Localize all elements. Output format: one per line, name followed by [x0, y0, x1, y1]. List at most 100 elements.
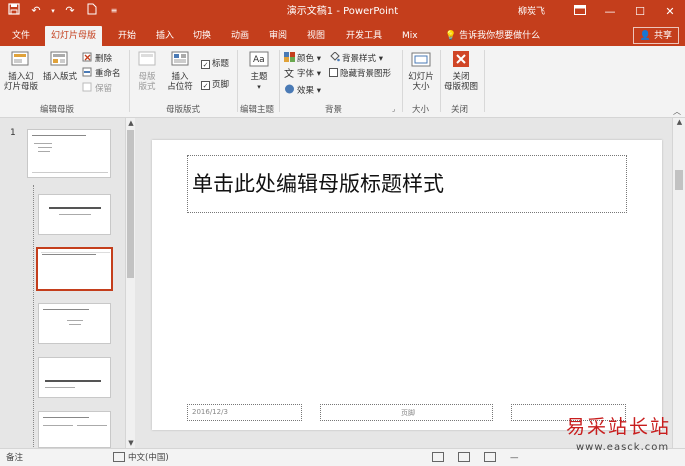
- scrollbar-thumb[interactable]: [127, 130, 134, 278]
- edit-theme-group-label: 编辑主题: [240, 105, 275, 115]
- thumb-title-line: [43, 417, 89, 418]
- scrollbar-thumb[interactable]: [675, 170, 683, 190]
- language-label: 中文(中国): [128, 453, 169, 463]
- insert-layout-button[interactable]: 插入版式: [41, 50, 79, 82]
- collapse-ribbon-icon[interactable]: ︿: [673, 106, 681, 117]
- footer-checkbox[interactable]: ✓ 页脚: [201, 79, 229, 91]
- rename-button[interactable]: 重命名: [82, 67, 121, 80]
- minimize-icon[interactable]: —: [595, 0, 625, 24]
- checkbox-checked-icon: ✓: [201, 81, 210, 90]
- thumb-text-line: [43, 425, 73, 426]
- effects-button[interactable]: 效果 ▾: [284, 84, 321, 97]
- hide-background-label: 隐藏背景图形: [340, 69, 392, 79]
- theme-button[interactable]: Aa 主题 ▾: [243, 50, 275, 92]
- person-icon: 👤: [639, 31, 652, 41]
- language-indicator[interactable]: 中文(中国): [113, 449, 169, 466]
- tab-transitions[interactable]: 切换: [187, 26, 217, 46]
- tab-review[interactable]: 审阅: [263, 26, 293, 46]
- colors-button[interactable]: 颜色 ▾: [284, 52, 321, 65]
- insert-slide-master-button[interactable]: 插入幻 灯片母版: [3, 50, 39, 92]
- tab-animations[interactable]: 动画: [225, 26, 255, 46]
- master-layout-label: 母版 版式: [138, 72, 156, 92]
- close-master-view-button[interactable]: 关闭 母版视图: [442, 50, 480, 92]
- tab-view[interactable]: 视图: [301, 26, 331, 46]
- fonts-icon: 文: [284, 69, 294, 80]
- user-name[interactable]: 柳炭飞: [518, 0, 545, 24]
- layout-thumbnail-selected[interactable]: [36, 247, 113, 291]
- thumb-text-line: [34, 143, 52, 144]
- maximize-icon[interactable]: ☐: [625, 0, 655, 24]
- footer-checkbox-label: 页脚: [212, 80, 230, 90]
- notes-button[interactable]: 备注: [6, 449, 23, 466]
- date-text: 2016/12/3: [192, 408, 228, 416]
- group-separator: [129, 50, 130, 112]
- close-master-icon: [453, 51, 469, 67]
- scroll-down-icon[interactable]: ▼: [126, 438, 136, 448]
- tab-home[interactable]: 开始: [112, 26, 142, 46]
- layout-thumbnail[interactable]: [38, 194, 111, 235]
- window-controls: — ☐ ✕: [565, 0, 685, 24]
- slide-sorter-icon[interactable]: [458, 449, 473, 466]
- group-separator: [237, 50, 238, 112]
- share-label: 共享: [653, 31, 672, 41]
- thumb-text-line: [38, 151, 50, 152]
- colors-icon: [284, 52, 295, 62]
- tell-me-text: 告诉我你想要做什么: [459, 31, 541, 41]
- layout-thumbnail[interactable]: [38, 411, 111, 448]
- layout-thumbnail[interactable]: [38, 357, 111, 398]
- ribbon: 插入幻 灯片母版 插入版式 删除 重命名 保留 编辑母版 母版 版式 插入 占位…: [0, 46, 685, 118]
- tab-developer[interactable]: 开发工具: [340, 26, 388, 46]
- thumb-border-line: [41, 252, 110, 253]
- reading-view-icon[interactable]: [484, 449, 499, 466]
- watermark: 易采站长站 www.easck.com: [552, 406, 685, 466]
- delete-button[interactable]: 删除: [82, 52, 112, 65]
- slide-title[interactable]: 单击此处编辑母版标题样式: [192, 168, 444, 198]
- slide-size-label: 幻灯片 大小: [408, 72, 434, 92]
- group-separator: [402, 50, 403, 112]
- preserve-icon: [82, 82, 92, 92]
- title-checkbox[interactable]: ✓ 标题: [201, 58, 229, 70]
- group-separator: [279, 50, 280, 112]
- slide-scrollbar[interactable]: ▲: [672, 118, 685, 448]
- insert-placeholder-button[interactable]: 插入 占位符: [163, 50, 197, 92]
- tab-slide-master[interactable]: 幻灯片母版: [45, 26, 103, 46]
- rename-label: 重命名: [95, 69, 121, 79]
- preserve-label: 保留: [95, 84, 113, 94]
- title-placeholder[interactable]: 单击此处编辑母版标题样式: [187, 155, 627, 213]
- insert-placeholder-label: 插入 占位符: [167, 72, 193, 92]
- master-thumbnail[interactable]: [27, 129, 111, 178]
- date-placeholder[interactable]: 2016/12/3: [187, 404, 302, 421]
- checkbox-unchecked-icon: [329, 68, 338, 77]
- slide-size-button[interactable]: 幻灯片 大小: [405, 50, 437, 92]
- tell-me-box[interactable]: 💡 告诉我你想要做什么: [445, 26, 540, 46]
- watermark-url: www.easck.com: [576, 442, 670, 453]
- share-button[interactable]: 👤 共享: [632, 27, 679, 44]
- thumb-text-line: [38, 147, 52, 148]
- tab-file[interactable]: 文件: [6, 26, 36, 46]
- thumb-title-line: [42, 254, 96, 255]
- background-styles-button[interactable]: 背景样式 ▾: [329, 52, 383, 65]
- layout-thumbnail[interactable]: [38, 303, 111, 344]
- master-layout-button[interactable]: 母版 版式: [133, 50, 161, 92]
- footer-placeholder[interactable]: 页脚: [320, 404, 493, 421]
- close-icon[interactable]: ✕: [655, 0, 685, 24]
- preserve-button[interactable]: 保留: [82, 82, 112, 95]
- master-layout-group-label: 母版版式: [166, 105, 201, 115]
- thumbnail-scrollbar[interactable]: ▲ ▼: [125, 118, 135, 448]
- master-layout-icon: [138, 51, 156, 66]
- spellcheck-icon: [113, 452, 125, 462]
- ribbon-display-options-icon[interactable]: [565, 0, 595, 24]
- insert-layout-label: 插入版式: [42, 72, 77, 82]
- thumb-subtitle-line: [59, 214, 91, 215]
- zoom-out-icon[interactable]: —: [510, 449, 519, 466]
- fonts-button[interactable]: 文字体 ▾: [284, 68, 321, 80]
- scroll-up-icon[interactable]: ▲: [673, 118, 685, 126]
- insert-master-icon: [11, 51, 29, 66]
- scroll-up-icon[interactable]: ▲: [126, 118, 136, 128]
- dialog-launcher-icon[interactable]: ⌟: [392, 105, 395, 113]
- hide-background-checkbox[interactable]: 隐藏背景图形: [329, 68, 391, 80]
- normal-view-icon[interactable]: [432, 449, 447, 466]
- tab-mix[interactable]: Mix: [396, 26, 424, 46]
- insert-layout-icon: [50, 51, 68, 66]
- tab-insert[interactable]: 插入: [150, 26, 180, 46]
